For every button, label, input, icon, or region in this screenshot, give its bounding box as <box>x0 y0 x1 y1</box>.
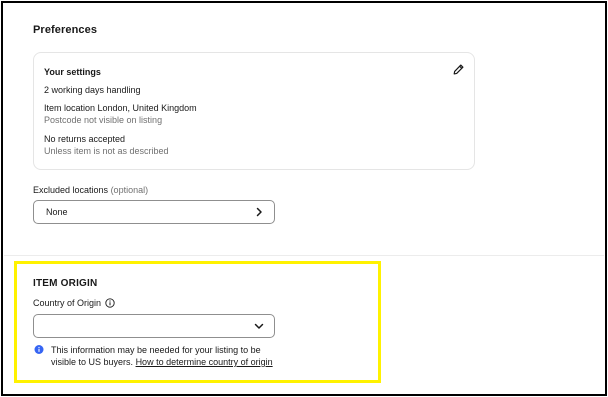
chevron-down-icon <box>254 323 264 329</box>
country-of-origin-help-link[interactable]: How to determine country of origin <box>136 357 273 367</box>
handling-time: 2 working days handling <box>44 85 141 95</box>
excluded-label-text: Excluded locations <box>33 185 109 195</box>
notice-body: This information may be needed for your … <box>51 344 283 368</box>
country-of-origin-select[interactable] <box>33 314 275 338</box>
info-outline-icon[interactable] <box>105 298 115 308</box>
section-title: Preferences <box>33 24 98 36</box>
excluded-locations-label: Excluded locations (optional) <box>33 185 148 195</box>
pencil-icon <box>453 64 463 74</box>
returns-note: Unless item is not as described <box>44 146 169 156</box>
settings-heading: Your settings <box>44 67 101 77</box>
country-of-origin-label: Country of Origin <box>33 298 115 308</box>
chevron-right-icon <box>256 207 262 217</box>
country-label-text: Country of Origin <box>33 298 102 308</box>
excluded-locations-value: None <box>46 207 68 217</box>
item-location: Item location London, United Kingdom <box>44 103 197 113</box>
optional-tag: (optional) <box>110 185 149 195</box>
section-divider <box>4 255 604 256</box>
returns-policy: No returns accepted <box>44 134 126 144</box>
settings-card: Your settings 2 working days handling It… <box>33 52 475 170</box>
us-buyers-notice: This information may be needed for your … <box>33 344 283 368</box>
item-origin-title: ITEM ORIGIN <box>33 278 98 289</box>
info-filled-icon <box>34 345 44 354</box>
postcode-note: Postcode not visible on listing <box>44 115 163 125</box>
edit-settings-button[interactable] <box>450 61 466 77</box>
excluded-locations-select[interactable]: None <box>33 200 275 224</box>
